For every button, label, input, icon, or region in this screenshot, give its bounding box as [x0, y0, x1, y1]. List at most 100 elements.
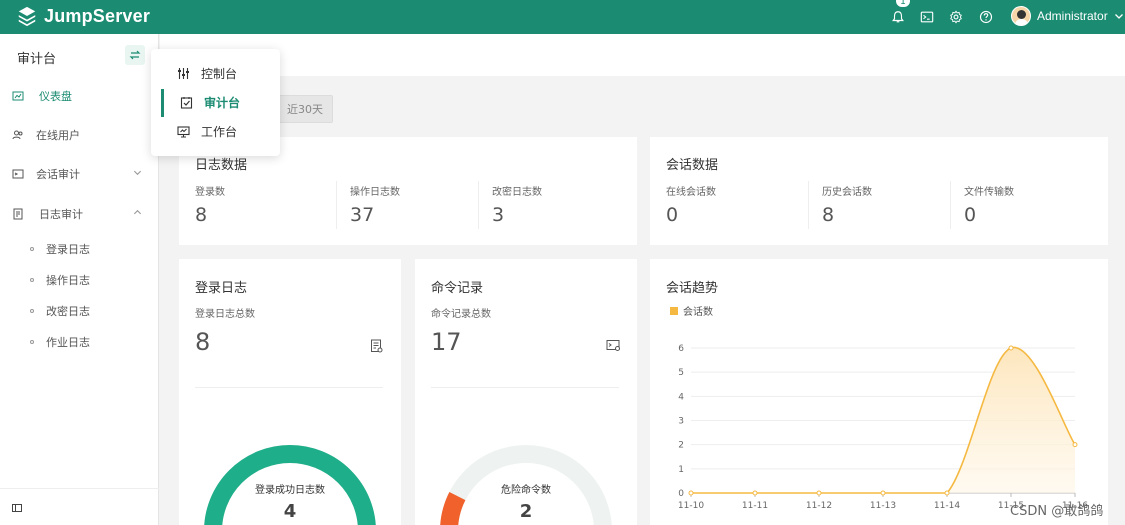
data-point[interactable]: [1008, 345, 1014, 351]
card-title: 登录日志: [195, 281, 248, 296]
data-point[interactable]: [880, 490, 886, 496]
console-icon: [178, 67, 189, 79]
settings-gear-icon[interactable]: [947, 8, 965, 26]
command-terminal-icon[interactable]: [606, 339, 621, 352]
stat-label: 命令记录总数: [431, 309, 491, 320]
sidebar-item-log-audit[interactable]: 日志审计: [0, 202, 159, 226]
session-trend-card: 会话趋势 会话数 0 1 2 3 4 5 6 11-10 11-11 11-12 11-13 11-1…: [650, 259, 1108, 525]
stat-password-change-count: 改密日志数 3: [492, 183, 542, 226]
bullet-icon: [30, 340, 34, 344]
gauge-label: 登录成功日志数: [255, 485, 325, 496]
top-bar: JumpServer 1 Administrator: [0, 0, 1125, 34]
stat-file-transfers: 文件传输数 0: [964, 183, 1014, 226]
gauge-value: 2: [519, 501, 533, 522]
y-tick-label: 1: [678, 465, 684, 475]
card-title: 日志数据: [195, 158, 248, 173]
x-tick-label: 11-13: [870, 501, 896, 511]
menu-item-label: 控制台: [201, 66, 238, 81]
sidebar-subitem-operate-log[interactable]: 操作日志: [30, 272, 90, 288]
data-point[interactable]: [752, 490, 758, 496]
swap-icon: [129, 50, 141, 60]
chevron-down-icon: [1114, 14, 1123, 19]
chevron-up-icon: [133, 208, 142, 220]
avatar: [1011, 6, 1031, 26]
workbench-icon: [177, 125, 190, 137]
users-icon: [12, 130, 23, 140]
stat-history-sessions: 历史会话数 8: [822, 183, 872, 226]
data-point[interactable]: [1072, 442, 1078, 448]
stat-value: 37: [350, 204, 375, 226]
user-name: Administrator: [1037, 9, 1108, 23]
stat-label: 操作日志数: [350, 187, 400, 198]
sidebar-item-label: 会话审计: [36, 168, 80, 181]
sidebar-item-session-audit[interactable]: 会话审计: [0, 162, 159, 186]
chevron-down-icon: [133, 168, 142, 180]
y-tick-label: 0: [678, 489, 684, 499]
sidebar-title: 审计台: [17, 52, 57, 67]
stat-login-log-total: 登录日志总数 8: [195, 305, 255, 356]
terminal-icon[interactable]: [918, 8, 936, 26]
x-tick-label: 11-12: [806, 501, 832, 511]
sidebar-subitem-label: 登录日志: [46, 243, 90, 256]
stat-label: 改密日志数: [492, 187, 542, 198]
session-data-card: 会话数据 在线会话数 0 历史会话数 8 文件传输数 0: [650, 137, 1108, 245]
logo[interactable]: JumpServer: [16, 5, 150, 27]
y-tick-label: 4: [678, 392, 684, 402]
notification-bell-icon[interactable]: [889, 8, 907, 26]
login-log-card: 登录日志 登录日志总数 8 登录成功日志数 4: [179, 259, 401, 525]
x-tick-label: 11-11: [742, 501, 768, 511]
stat-login-count: 登录数 8: [195, 183, 225, 226]
divider: [195, 387, 383, 388]
sidebar-subitem-job-log[interactable]: 作业日志: [30, 334, 90, 350]
help-icon[interactable]: [977, 8, 995, 26]
sidebar-divider: [0, 488, 159, 489]
sidebar-item-dashboard[interactable]: 仪表盘: [0, 84, 159, 108]
stat-value: 8: [195, 204, 208, 226]
y-tick-label: 3: [678, 417, 684, 427]
divider: [336, 181, 337, 229]
range-30-days-button[interactable]: 近30天: [277, 95, 333, 123]
stat-command-total: 命令记录总数 17: [431, 305, 491, 356]
sidebar-subitem-password-change-log[interactable]: 改密日志: [30, 303, 90, 319]
sidebar-subitem-label: 作业日志: [46, 336, 90, 349]
log-document-icon[interactable]: [370, 339, 383, 353]
session-icon: [12, 169, 24, 179]
menu-item-audit[interactable]: 审计台: [151, 88, 280, 117]
page-header: [160, 34, 1125, 76]
menu-item-label: 工作台: [201, 124, 238, 139]
stat-operate-log-count: 操作日志数 37: [350, 183, 400, 226]
menu-item-console[interactable]: 控制台: [151, 59, 280, 87]
stat-value: 0: [666, 204, 679, 226]
sidebar-subitem-login-log[interactable]: 登录日志: [30, 241, 90, 257]
collapse-sidebar-icon[interactable]: [12, 503, 22, 513]
audit-icon: [180, 96, 193, 109]
menu-item-workbench[interactable]: 工作台: [151, 117, 280, 145]
stat-value: 8: [822, 204, 835, 226]
sidebar-item-label: 日志审计: [39, 208, 83, 221]
workspace-switch-menu: 控制台 审计台 工作台: [151, 49, 280, 156]
app-name: JumpServer: [44, 5, 151, 26]
data-point[interactable]: [688, 490, 694, 496]
data-point[interactable]: [816, 490, 822, 496]
menu-item-label: 审计台: [204, 95, 241, 110]
stat-value: 17: [431, 328, 462, 356]
sidebar-item-online-users[interactable]: 在线用户: [0, 123, 159, 147]
stat-value: 0: [964, 204, 977, 226]
divider: [808, 181, 809, 229]
stat-label: 在线会话数: [666, 187, 716, 198]
notification-badge: 1: [895, 0, 911, 8]
data-point[interactable]: [944, 490, 950, 496]
stat-label: 登录数: [195, 187, 225, 198]
divider: [478, 181, 479, 229]
sidebar-subitem-label: 操作日志: [46, 274, 90, 287]
card-title: 会话数据: [666, 158, 719, 173]
x-tick-label: 11-10: [678, 501, 704, 511]
stat-label: 登录日志总数: [195, 309, 255, 320]
bullet-icon: [30, 247, 34, 251]
view-switch-button[interactable]: [125, 45, 145, 65]
y-tick-label: 6: [678, 344, 684, 354]
log-icon: [13, 208, 23, 220]
divider: [950, 181, 951, 229]
sidebar-item-label: 仪表盘: [39, 90, 72, 103]
user-menu[interactable]: Administrator: [1011, 6, 1124, 26]
